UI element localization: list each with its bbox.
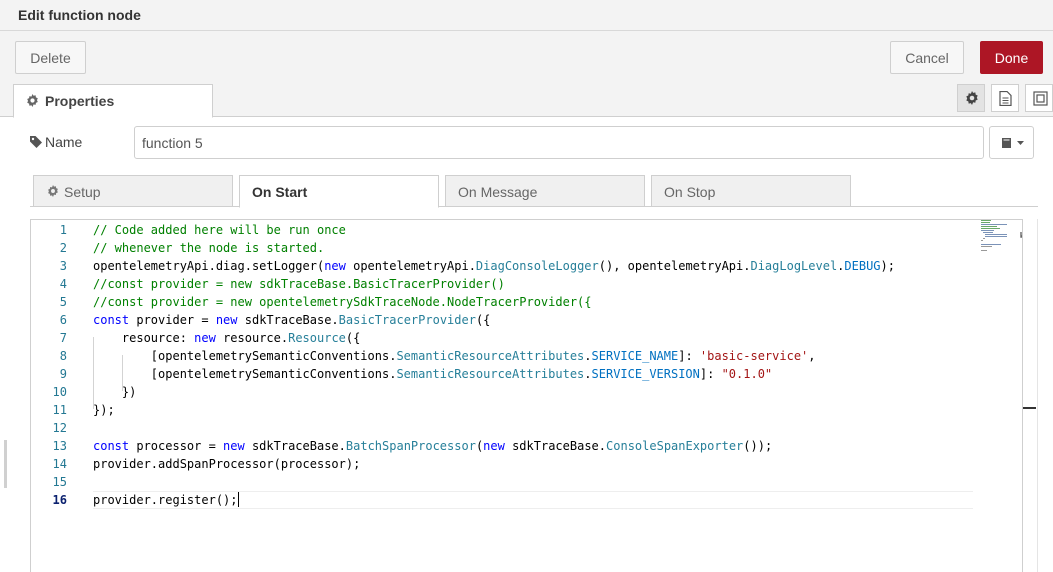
line-number: 5 bbox=[59, 295, 67, 309]
line-number: 16 bbox=[52, 493, 67, 507]
code-editor[interactable]: 1 // Code added here will be run once 2 // … bbox=[30, 219, 1023, 572]
line-number: 4 bbox=[59, 277, 67, 291]
name-label-text: Name bbox=[45, 134, 83, 150]
tab-properties[interactable]: Properties bbox=[13, 84, 213, 118]
line-number: 1 bbox=[59, 223, 67, 237]
tab-on-message[interactable]: On Message bbox=[445, 175, 645, 207]
book-icon bbox=[1002, 138, 1024, 148]
line-number: 9 bbox=[59, 367, 67, 381]
tray-header: Edit function node bbox=[0, 0, 1053, 31]
line-number: 2 bbox=[59, 241, 67, 255]
tab-on-stop-label: On Stop bbox=[664, 184, 716, 200]
code-line[interactable]: 3 opentelemetryApi.diag.setLogger(new ope… bbox=[31, 257, 1021, 275]
text-caret bbox=[237, 492, 239, 507]
code-line[interactable]: 13 const processor = new sdkTraceBase.Bat… bbox=[31, 437, 1021, 455]
tray-title: Edit function node bbox=[18, 7, 141, 23]
line-number: 6 bbox=[59, 313, 67, 327]
code-text: resource: new resource.Resource({ bbox=[93, 331, 361, 345]
code-text: const processor = new sdkTraceBase.Batch… bbox=[93, 439, 773, 453]
code-line[interactable]: 5 //const provider = new opentelemetrySdk… bbox=[31, 293, 1021, 311]
code-text: provider.register(); bbox=[93, 492, 239, 507]
code-line[interactable]: 2 // whenever the node is started. bbox=[31, 239, 1021, 257]
gear-icon bbox=[27, 94, 38, 107]
code-line[interactable]: 14 provider.addSpanProcessor(processor); bbox=[31, 455, 1021, 473]
line-number: 10 bbox=[52, 385, 67, 399]
gear-icon bbox=[966, 91, 978, 105]
tray-toolbar: Delete Cancel Done bbox=[0, 31, 1053, 84]
editor-scrollbar[interactable] bbox=[1037, 219, 1038, 572]
line-number: 12 bbox=[52, 421, 67, 435]
name-input[interactable] bbox=[134, 126, 984, 159]
line-number: 14 bbox=[52, 457, 67, 471]
line-number: 7 bbox=[59, 331, 67, 345]
code-text: const provider = new sdkTraceBase.BasicT… bbox=[93, 313, 491, 327]
line-number: 3 bbox=[59, 259, 67, 273]
tab-on-stop[interactable]: On Stop bbox=[651, 175, 851, 207]
function-tabs: Setup On Start On Message On Stop bbox=[30, 174, 1038, 208]
code-line[interactable]: 1 // Code added here will be run once bbox=[31, 221, 1021, 239]
code-text: [opentelemetrySemanticConventions.Semant… bbox=[93, 367, 773, 381]
code-text: }); bbox=[93, 403, 115, 417]
code-text: provider.addSpanProcessor(processor); bbox=[93, 457, 361, 471]
description-tab-button[interactable] bbox=[991, 84, 1019, 112]
code-text: }) bbox=[93, 385, 137, 399]
code-line[interactable]: 11}); bbox=[31, 401, 1021, 419]
code-line[interactable]: 8 [opentelemetrySemanticConventions.Sema… bbox=[31, 347, 1021, 365]
appearance-icon bbox=[1033, 91, 1048, 106]
code-text: opentelemetryApi.diag.setLogger(new open… bbox=[93, 259, 895, 273]
line-number: 8 bbox=[59, 349, 67, 363]
code-line[interactable]: 12 bbox=[31, 419, 1021, 437]
code-line[interactable]: 9 [opentelemetrySemanticConventions.Sema… bbox=[31, 365, 1021, 383]
tab-on-message-label: On Message bbox=[458, 184, 538, 200]
delete-button[interactable]: Delete bbox=[15, 41, 86, 74]
done-button[interactable]: Done bbox=[980, 41, 1043, 74]
gear-icon bbox=[48, 185, 58, 197]
code-line[interactable]: 15 bbox=[31, 473, 1021, 491]
appearance-tab-button[interactable] bbox=[1025, 84, 1053, 112]
line-number: 15 bbox=[52, 475, 67, 489]
line-number: 11 bbox=[52, 403, 67, 417]
code-text: // Code added here will be run once bbox=[93, 223, 346, 237]
settings-tab-button[interactable] bbox=[957, 84, 985, 112]
code-text: //const provider = new sdkTraceBase.Basi… bbox=[93, 277, 505, 291]
library-button[interactable] bbox=[989, 126, 1034, 159]
line-number: 13 bbox=[52, 439, 67, 453]
tab-setup-label: Setup bbox=[64, 184, 101, 200]
tab-properties-label: Properties bbox=[45, 93, 115, 109]
code-text: [opentelemetrySemanticConventions.Semant… bbox=[93, 349, 816, 363]
code-line[interactable]: 4 //const provider = new sdkTraceBase.Bas… bbox=[31, 275, 1021, 293]
code-text: // whenever the node is started. bbox=[93, 241, 325, 255]
cancel-button[interactable]: Cancel bbox=[890, 41, 964, 74]
editor-tabs: Properties bbox=[0, 84, 1053, 118]
code-line[interactable]: 16 provider.register(); bbox=[31, 491, 1021, 509]
resize-handle[interactable] bbox=[4, 440, 7, 488]
code-line[interactable]: 6 const provider = new sdkTraceBase.Basic… bbox=[31, 311, 1021, 329]
tab-setup[interactable]: Setup bbox=[33, 175, 233, 207]
scroll-position-marker bbox=[1023, 407, 1036, 409]
tab-on-start[interactable]: On Start bbox=[239, 175, 439, 208]
code-text: //const provider = new opentelemetrySdkT… bbox=[93, 295, 592, 309]
code-line[interactable]: 7 resource: new resource.Resource({ bbox=[31, 329, 1021, 347]
tab-on-start-label: On Start bbox=[252, 184, 308, 200]
code-line[interactable]: 10 }) bbox=[31, 383, 1021, 401]
description-icon bbox=[999, 91, 1012, 106]
tag-icon bbox=[30, 136, 42, 148]
